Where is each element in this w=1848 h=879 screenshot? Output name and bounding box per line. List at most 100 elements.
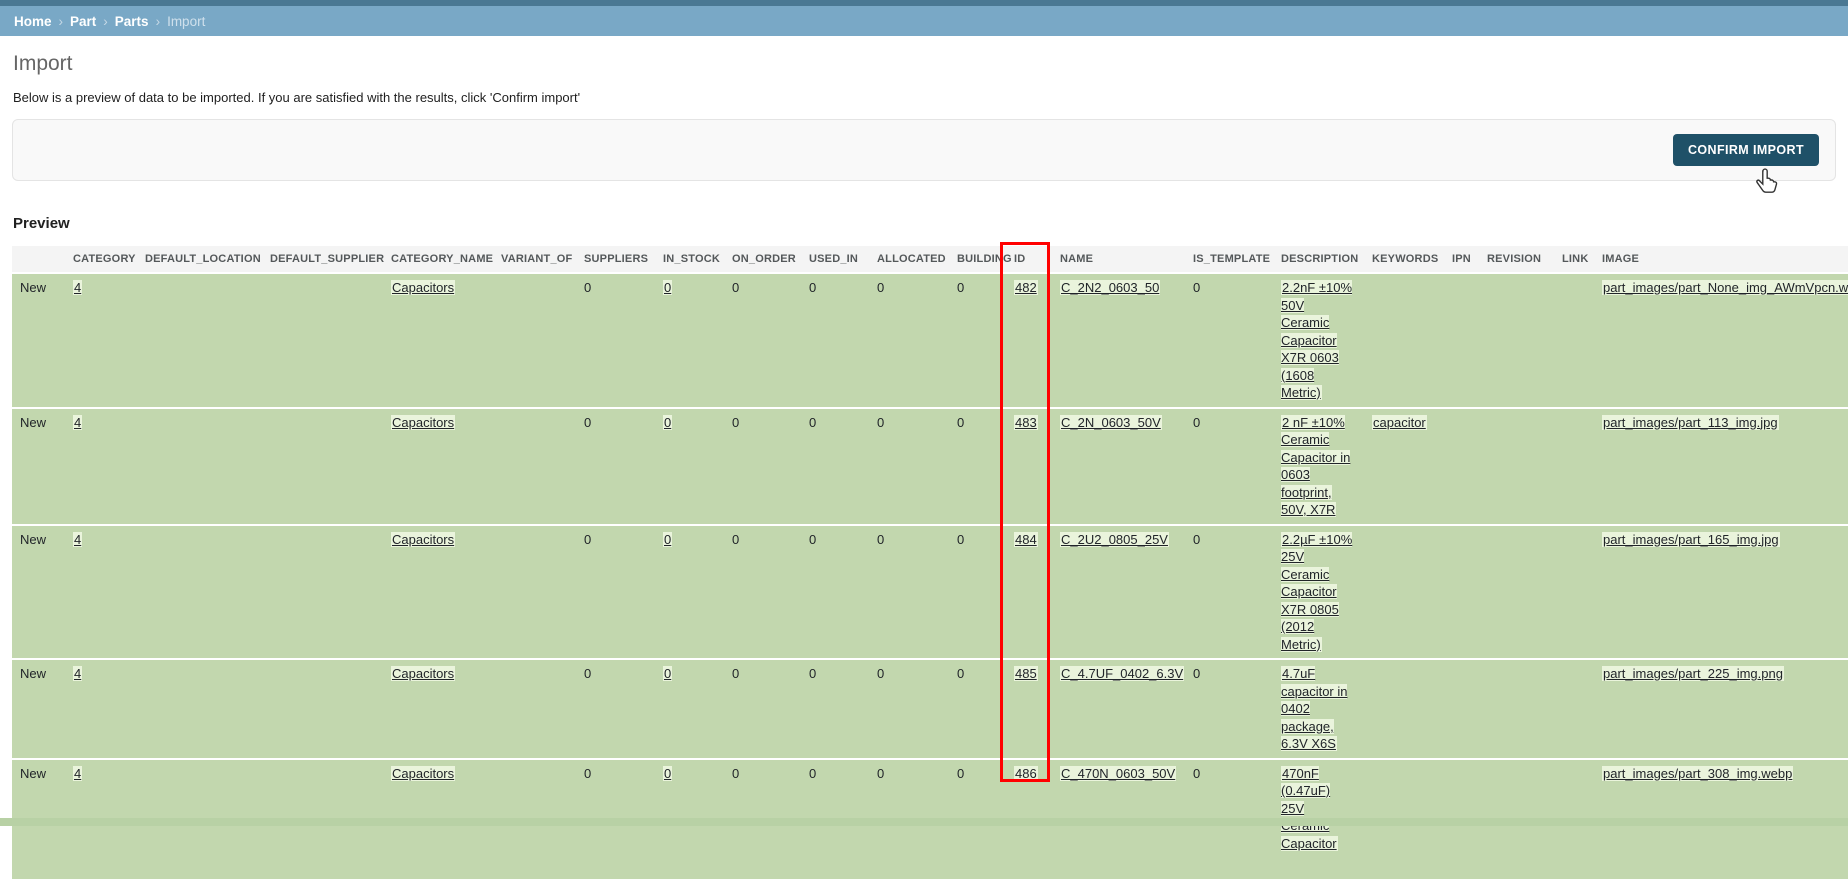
cell-ipn <box>1444 272 1479 408</box>
cell-revision <box>1479 272 1554 408</box>
cell-is_template: 0 <box>1185 272 1273 408</box>
in_stock-link[interactable]: 0 <box>663 414 673 430</box>
cell-allocated: 0 <box>869 523 949 659</box>
column-header-suppliers: SUPPLIERS <box>576 246 655 273</box>
cell-category: 4 <box>65 658 137 759</box>
cell-building: 0 <box>949 406 1006 525</box>
confirm-import-button[interactable]: CONFIRM IMPORT <box>1672 134 1819 166</box>
breadcrumb-link-home[interactable]: Home <box>14 14 52 29</box>
cell-name: C_4.7UF_0402_6.3V <box>1052 658 1185 759</box>
cell-ipn <box>1444 658 1479 759</box>
cell-in_stock: 0 <box>655 272 724 408</box>
id-link[interactable]: 486 <box>1014 765 1038 781</box>
id-link[interactable]: 482 <box>1014 280 1038 295</box>
cell-status: New <box>12 523 65 659</box>
table-body: New 4 Capacitors 0 0 0 0 0 0 482 C_2N2_0603_50 0 2.2… <box>12 272 1848 879</box>
page-title: Import <box>13 52 73 75</box>
cell-allocated: 0 <box>869 406 949 525</box>
cell-keywords <box>1364 658 1444 759</box>
cell-is_template: 0 <box>1185 523 1273 659</box>
keywords-link[interactable]: capacitor <box>1372 414 1427 430</box>
cell-is_template: 0 <box>1185 406 1273 525</box>
category-link[interactable]: 4 <box>73 666 83 681</box>
description-link[interactable]: 2.2nF ±10% 50V Ceramic Capacitor X7R 060… <box>1281 280 1353 400</box>
column-header-allocated: ALLOCATED <box>869 246 949 273</box>
description-link[interactable]: 2 nF ±10% Ceramic Capacitor in 0603 foot… <box>1281 414 1351 517</box>
cell-image: part_images/part_165_img.jpg <box>1594 523 1848 659</box>
column-header-revision: REVISION <box>1479 246 1554 273</box>
breadcrumb-link-parts[interactable]: Parts <box>115 14 149 29</box>
column-header-used_in: USED_IN <box>801 246 869 273</box>
name-link[interactable]: C_2U2_0805_25V <box>1060 531 1169 547</box>
category_name-link[interactable]: Capacitors <box>391 414 456 430</box>
category-link[interactable]: 4 <box>73 765 83 781</box>
cell-on_order: 0 <box>724 658 801 759</box>
cell-description: 2 nF ±10% Ceramic Capacitor in 0603 foot… <box>1273 406 1364 525</box>
cell-used_in: 0 <box>801 272 869 408</box>
column-header-building: BUILDING <box>949 246 1012 273</box>
in_stock-link[interactable]: 0 <box>663 280 673 295</box>
in_stock-link[interactable]: 0 <box>663 666 673 681</box>
cell-image: part_images/part_None_img_AWmVpcn.webp <box>1594 272 1848 408</box>
category_name-link[interactable]: Capacitors <box>391 666 456 681</box>
import-instruction-text: Below is a preview of data to be importe… <box>13 90 581 105</box>
column-header-default_supplier: DEFAULT_SUPPLIER <box>262 246 384 273</box>
cell-id: 484 <box>1006 523 1052 659</box>
image-link[interactable]: part_images/part_308_img.webp <box>1602 765 1794 781</box>
description-link[interactable]: 4.7uF capacitor in 0402 package, 6.3V X6… <box>1281 666 1348 751</box>
image-link[interactable]: part_images/part_None_img_AWmVpcn.webp <box>1602 280 1848 295</box>
table-row: New 4 Capacitors 0 0 0 0 0 0 484 C_2U2_0805_25V 0 2.… <box>12 523 1848 659</box>
cell-category_name: Capacitors <box>383 406 493 525</box>
cell-image: part_images/part_225_img.png <box>1594 658 1848 759</box>
cell-keywords <box>1364 523 1444 659</box>
category-link[interactable]: 4 <box>73 414 83 430</box>
cell-on_order: 0 <box>724 406 801 525</box>
cell-keywords <box>1364 272 1444 408</box>
image-link[interactable]: part_images/part_225_img.png <box>1602 666 1784 681</box>
id-link[interactable]: 483 <box>1014 414 1038 430</box>
table-header: CATEGORY DEFAULT_LOCATION DEFAULT_SUPPLIER… <box>12 246 1848 273</box>
category_name-link[interactable]: Capacitors <box>391 280 456 295</box>
column-header-category_name: CATEGORY_NAME <box>383 246 493 273</box>
cell-default_supplier <box>262 658 383 759</box>
breadcrumb-current: Import <box>167 13 206 29</box>
cell-default_supplier <box>262 523 383 659</box>
name-link[interactable]: C_2N2_0603_50 <box>1060 280 1161 295</box>
cell-used_in: 0 <box>801 658 869 759</box>
cell-description: 2.2nF ±10% 50V Ceramic Capacitor X7R 060… <box>1273 272 1364 408</box>
cell-in_stock: 0 <box>655 523 724 659</box>
id-link[interactable]: 484 <box>1014 531 1038 547</box>
category-link[interactable]: 4 <box>73 280 83 295</box>
cell-category: 4 <box>65 272 137 408</box>
cell-used_in: 0 <box>801 406 869 525</box>
cell-revision <box>1479 658 1554 759</box>
cell-suppliers: 0 <box>576 272 655 408</box>
category_name-link[interactable]: Capacitors <box>391 531 456 547</box>
cell-suppliers: 0 <box>576 658 655 759</box>
category_name-link[interactable]: Capacitors <box>391 765 456 781</box>
image-link[interactable]: part_images/part_165_img.jpg <box>1602 531 1780 547</box>
description-link[interactable]: 2.2µF ±10% 25V Ceramic Capacitor X7R 080… <box>1281 531 1353 652</box>
category-link[interactable]: 4 <box>73 531 83 547</box>
cell-on_order: 0 <box>724 523 801 659</box>
cell-description: 2.2µF ±10% 25V Ceramic Capacitor X7R 080… <box>1273 523 1364 659</box>
table-row: New 4 Capacitors 0 0 0 0 0 0 483 C_2N_0603_50V 0 2 n… <box>12 406 1848 525</box>
cell-default_location <box>137 406 262 525</box>
in_stock-link[interactable]: 0 <box>663 765 673 781</box>
name-link[interactable]: C_2N_0603_50V <box>1060 414 1162 430</box>
cell-link <box>1554 658 1594 759</box>
name-link[interactable]: C_4.7UF_0402_6.3V <box>1060 666 1185 681</box>
image-link[interactable]: part_images/part_113_img.jpg <box>1602 414 1779 430</box>
in_stock-link[interactable]: 0 <box>663 531 673 547</box>
breadcrumb-separator: › <box>103 13 108 29</box>
cell-category_name: Capacitors <box>383 523 493 659</box>
cell-suppliers: 0 <box>576 523 655 659</box>
breadcrumb-link-part[interactable]: Part <box>70 14 96 29</box>
cell-link <box>1554 523 1594 659</box>
id-link[interactable]: 485 <box>1014 666 1038 681</box>
confirm-panel: CONFIRM IMPORT <box>12 119 1836 181</box>
name-link[interactable]: C_470N_0603_50V <box>1060 765 1177 781</box>
description-link[interactable]: 470nF (0.47uF) 25V Ceramic Capacitor <box>1281 765 1338 851</box>
cell-in_stock: 0 <box>655 406 724 525</box>
cell-ipn <box>1444 406 1479 525</box>
